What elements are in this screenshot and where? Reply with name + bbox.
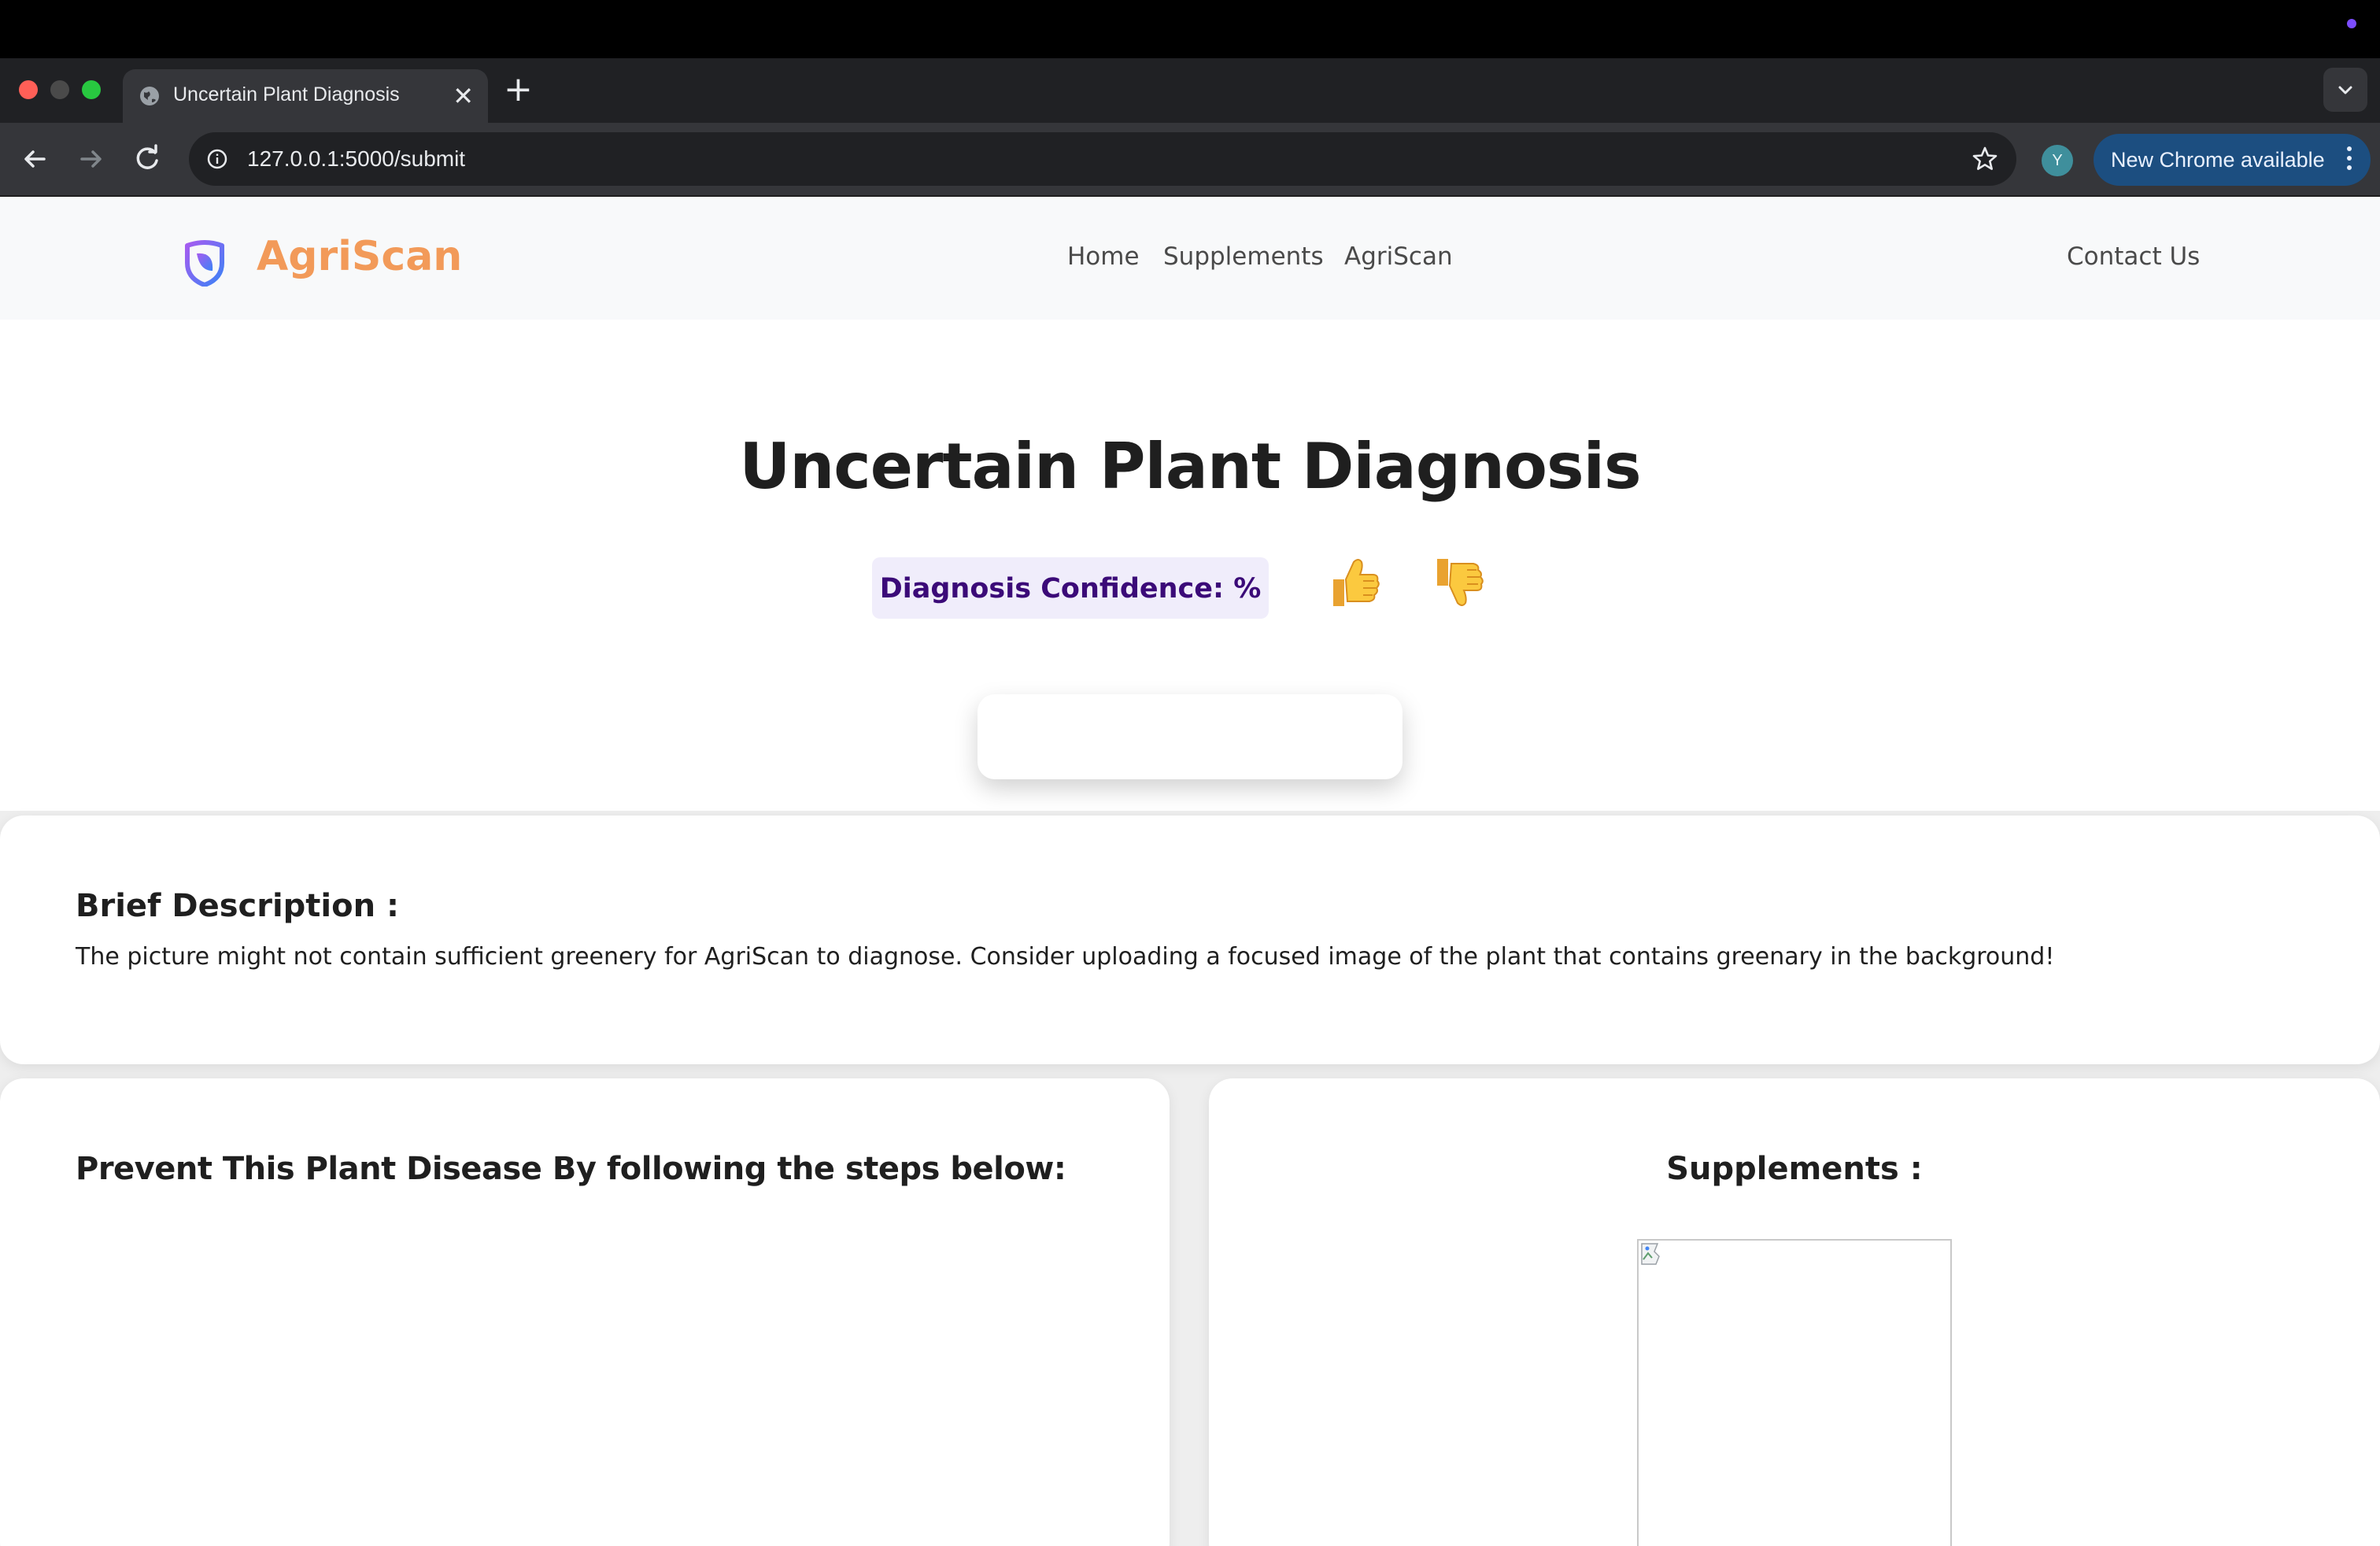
broken-image-icon bbox=[1641, 1243, 1660, 1265]
tab-search-button[interactable] bbox=[2323, 68, 2367, 112]
forward-arrow-icon[interactable] bbox=[74, 142, 109, 176]
supplements-heading: Supplements : bbox=[1666, 1151, 1923, 1187]
description-heading: Brief Description : bbox=[76, 888, 400, 924]
browser-toolbar: 127.0.0.1:5000/submit Y New Chrome avail… bbox=[0, 123, 2380, 197]
supplement-image-broken[interactable] bbox=[1637, 1239, 1952, 1546]
nav-link-agriscan[interactable]: AgriScan bbox=[1344, 242, 1453, 271]
back-arrow-icon[interactable] bbox=[17, 142, 52, 176]
result-card bbox=[978, 694, 1402, 779]
window-minimize-button[interactable] bbox=[50, 80, 69, 99]
bookmark-star-icon[interactable] bbox=[1971, 145, 1999, 173]
site-header: AgriScan Home Supplements AgriScan Conta… bbox=[0, 197, 2380, 320]
description-text: The picture might not contain sufficient… bbox=[76, 943, 2055, 971]
prevention-heading: Prevent This Plant Disease By following … bbox=[76, 1151, 1066, 1187]
os-menu-bar bbox=[0, 0, 2380, 58]
window-close-button[interactable] bbox=[19, 80, 38, 99]
site-info-icon[interactable] bbox=[205, 146, 230, 172]
chevron-down-icon bbox=[2338, 86, 2352, 94]
window-maximize-button[interactable] bbox=[82, 80, 101, 99]
browser-tab-strip: Uncertain Plant Diagnosis ✕ + bbox=[0, 58, 2380, 123]
leaf-shield-icon[interactable] bbox=[183, 239, 227, 287]
browser-tab-active[interactable]: Uncertain Plant Diagnosis ✕ bbox=[123, 69, 488, 123]
update-chrome-button[interactable]: New Chrome available bbox=[2094, 134, 2371, 186]
kebab-menu-icon[interactable] bbox=[2347, 146, 2353, 173]
new-tab-button[interactable]: + bbox=[504, 72, 533, 107]
nav-link-contact[interactable]: Contact Us bbox=[2067, 242, 2200, 271]
status-indicator-dot bbox=[2347, 19, 2356, 28]
address-bar[interactable]: 127.0.0.1:5000/submit bbox=[189, 132, 2016, 186]
profile-avatar[interactable]: Y bbox=[2042, 145, 2073, 176]
update-chrome-label: New Chrome available bbox=[2111, 148, 2325, 172]
page-title: Uncertain Plant Diagnosis bbox=[739, 430, 1641, 503]
description-card: Brief Description : The picture might no… bbox=[0, 816, 2380, 1064]
reload-icon[interactable] bbox=[131, 142, 165, 176]
confidence-label: Diagnosis Confidence: % bbox=[879, 573, 1262, 605]
address-url[interactable]: 127.0.0.1:5000/submit bbox=[247, 146, 465, 172]
tab-title: Uncertain Plant Diagnosis bbox=[173, 83, 400, 105]
tab-close-icon[interactable]: ✕ bbox=[453, 80, 474, 112]
globe-icon bbox=[140, 87, 159, 105]
nav-link-supplements[interactable]: Supplements bbox=[1163, 242, 1324, 271]
supplements-card: Supplements : bbox=[1209, 1078, 2380, 1546]
brand-name[interactable]: AgriScan bbox=[257, 233, 462, 280]
prevention-card: Prevent This Plant Disease By following … bbox=[0, 1078, 1170, 1546]
nav-link-home[interactable]: Home bbox=[1067, 242, 1140, 271]
thumbs-down-icon[interactable] bbox=[1426, 551, 1489, 614]
confidence-badge: Diagnosis Confidence: % bbox=[872, 557, 1269, 619]
thumbs-up-icon[interactable] bbox=[1322, 551, 1385, 614]
